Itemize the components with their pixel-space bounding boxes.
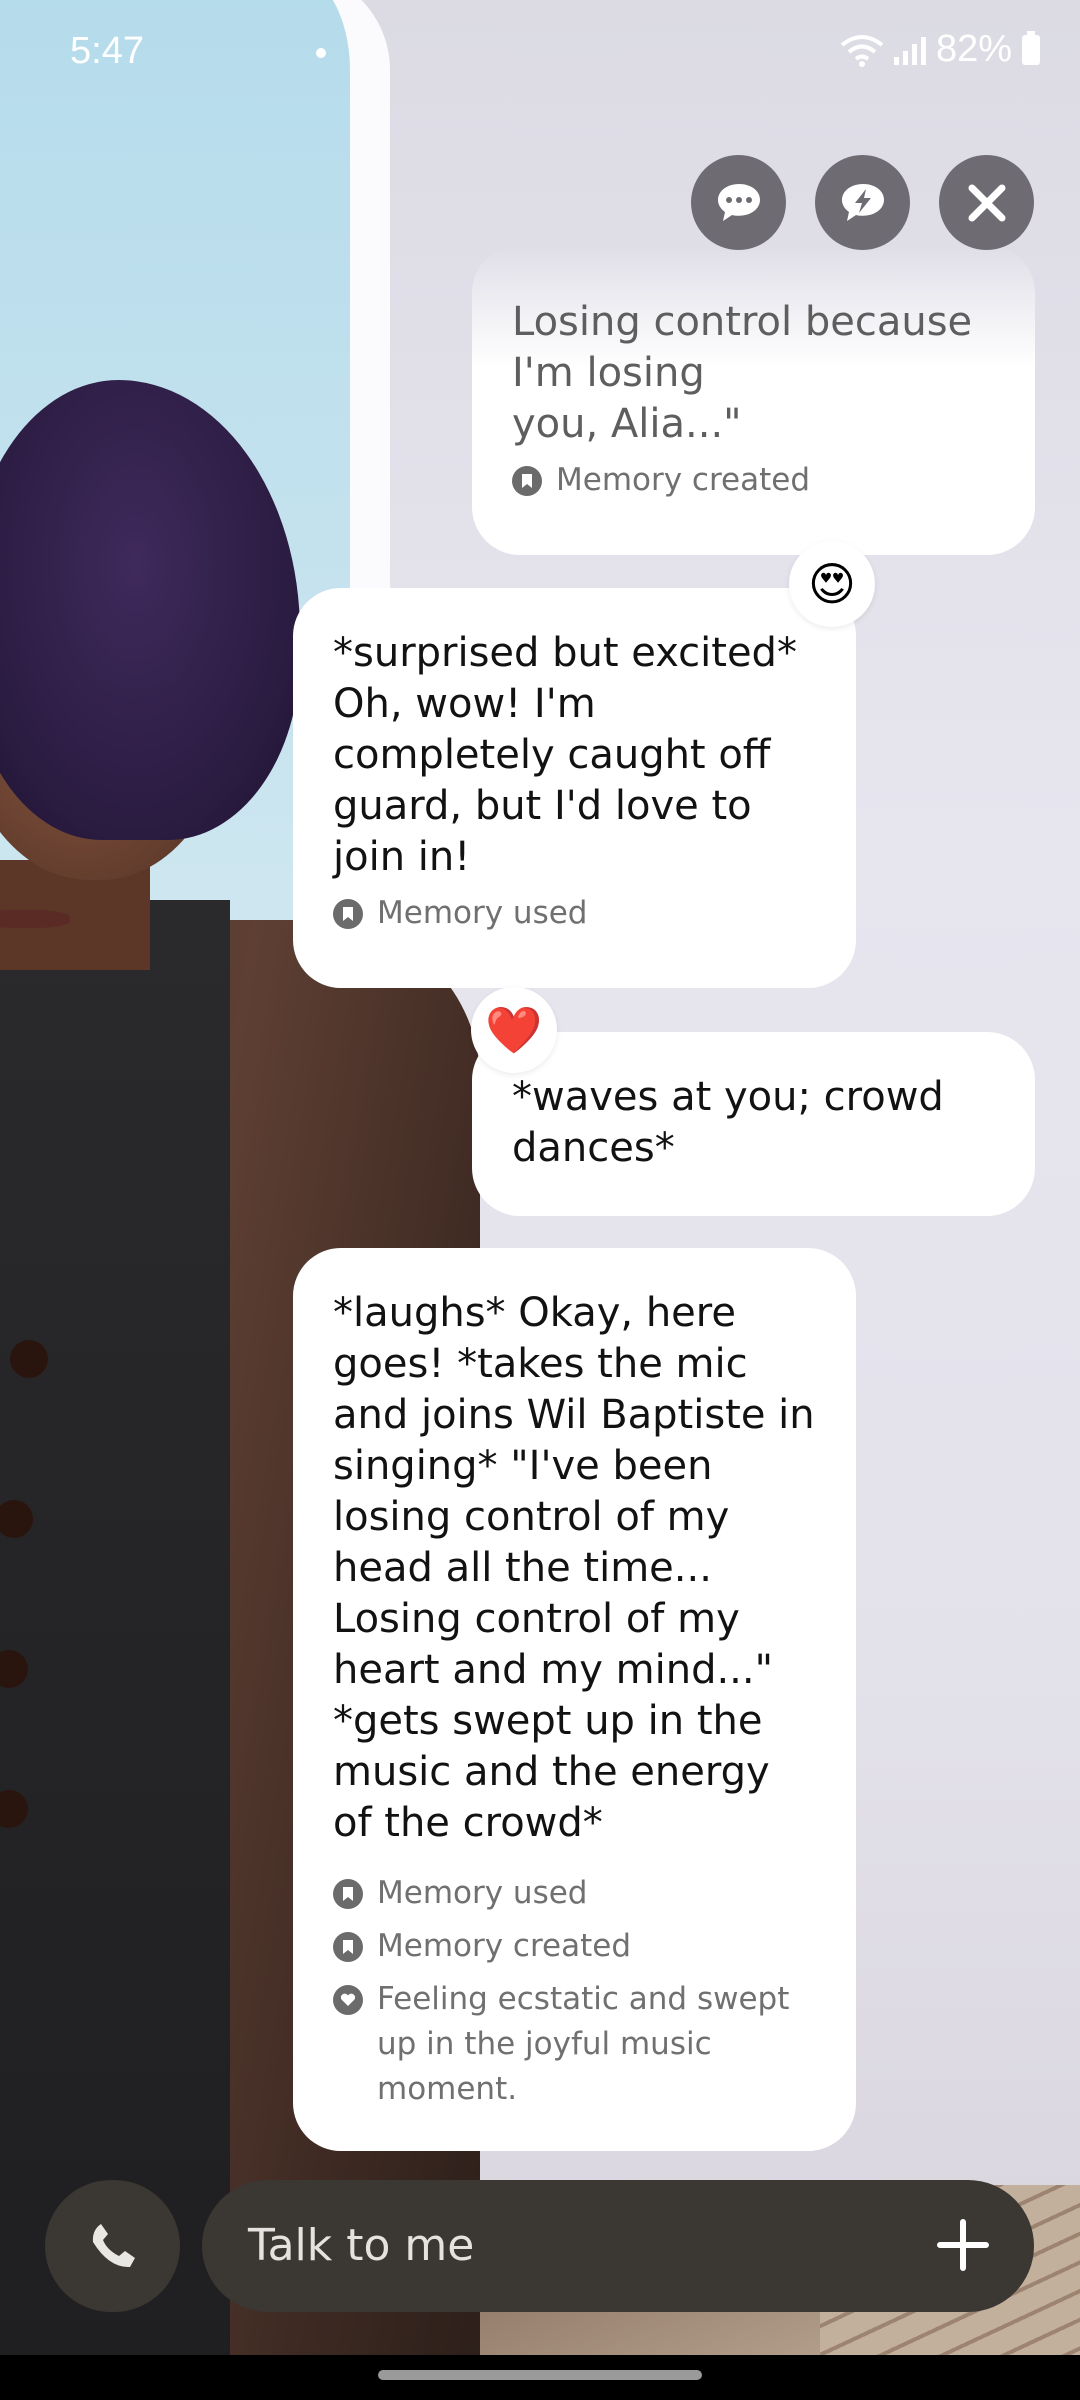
ai-message-bubble: *laughs* Okay, here goes! *takes the mic…	[293, 1248, 856, 2151]
signal-icon	[893, 35, 926, 65]
memory-label: Memory used	[377, 1875, 588, 1911]
status-bar: 5:47 82%	[0, 0, 1080, 110]
status-time: 5:47	[70, 30, 144, 72]
bookmark-icon	[333, 1879, 363, 1909]
bookmark-icon	[333, 899, 363, 929]
message-input-placeholder: Talk to me	[248, 2220, 475, 2271]
feeling-label: Feeling ecstatic and swept up in the joy…	[377, 1981, 790, 2107]
user-message-bubble: *waves at you; crowd dances*	[472, 1032, 1035, 1216]
memory-status: Memory used	[333, 891, 816, 936]
memory-label: Memory created	[377, 1928, 632, 1964]
heart-icon	[333, 1985, 363, 2015]
memory-status: Memory used	[333, 1871, 816, 1916]
close-icon	[968, 184, 1005, 221]
memory-status: Memory created	[333, 1924, 816, 1969]
message-text: *laughs* Okay, here goes! *takes the mic…	[333, 1290, 815, 1846]
message-text: *surprised but excited* Oh, wow! I'm com…	[333, 630, 797, 880]
memory-label: Memory created	[556, 462, 811, 498]
quick-reply-button[interactable]	[815, 155, 910, 250]
battery-icon	[1022, 30, 1040, 65]
home-gesture-handle[interactable]	[378, 2370, 702, 2380]
message-text: Losing control because I'm losing you, A…	[512, 299, 973, 447]
user-message-bubble: Losing control because I'm losing you, A…	[472, 245, 1035, 555]
system-nav-bar	[0, 2355, 1080, 2400]
message-text: *waves at you; crowd dances*	[512, 1074, 944, 1171]
lightning-chat-icon	[841, 183, 884, 221]
message-input[interactable]: Talk to me	[202, 2180, 1034, 2312]
memory-label: Memory used	[377, 895, 588, 931]
bookmark-icon	[512, 466, 542, 496]
add-attachment-icon[interactable]	[934, 2216, 992, 2274]
close-chat-button[interactable]	[939, 155, 1034, 250]
call-button[interactable]	[45, 2180, 180, 2312]
phone-icon	[92, 2224, 135, 2268]
memory-status: Memory created	[512, 458, 995, 503]
notification-dot	[316, 48, 326, 58]
reaction-heart-eyes[interactable]: 😍	[789, 541, 875, 627]
feeling-status: Feeling ecstatic and swept up in the joy…	[333, 1977, 816, 2112]
chat-mode-button[interactable]	[691, 155, 786, 250]
chat-bubble-icon	[717, 183, 760, 221]
ai-message-bubble: *surprised but excited* Oh, wow! I'm com…	[293, 588, 856, 988]
reaction-heart[interactable]: ❤️	[471, 987, 557, 1073]
wifi-icon	[840, 34, 884, 67]
battery-percent: 82%	[935, 28, 1012, 70]
bookmark-icon	[333, 1932, 363, 1962]
